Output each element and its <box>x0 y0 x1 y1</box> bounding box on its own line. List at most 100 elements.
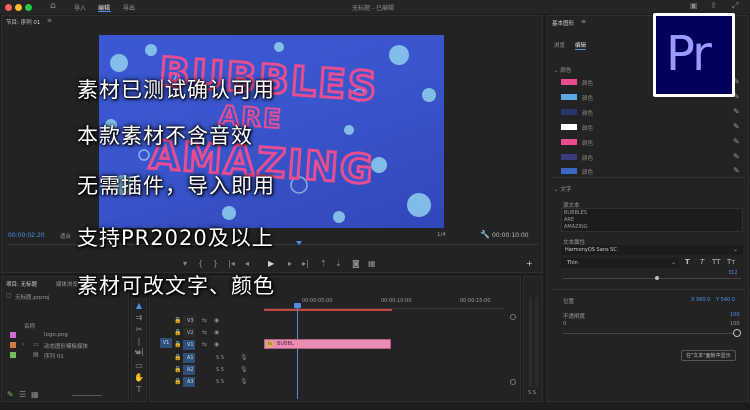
sync-icon-v2[interactable]: ⇆ <box>202 329 207 337</box>
font-size-slider-thumb[interactable] <box>655 276 659 280</box>
ripple-edit-tool-icon[interactable]: ✂ <box>134 325 144 335</box>
share-icon[interactable]: ⇪ <box>710 2 717 10</box>
zoom-slider[interactable] <box>72 395 102 396</box>
zoom-window-button[interactable] <box>25 4 32 11</box>
eg-tab-browse[interactable]: 浏览 <box>554 41 565 49</box>
text-section-header[interactable]: ⌄ 文字 <box>554 185 571 193</box>
quality-dropdown[interactable]: 1/4 <box>437 232 446 238</box>
timeline-clip[interactable]: fx BUBBL <box>264 339 391 349</box>
extract-icon[interactable]: ⇣ <box>335 260 342 268</box>
lock-icon-v2[interactable]: 🔒 <box>174 329 181 337</box>
opacity-value[interactable]: 100 <box>730 312 740 318</box>
lock-icon-a3[interactable]: 🔒 <box>174 378 181 386</box>
color-swatch-5[interactable] <box>561 139 577 145</box>
eg-menu-icon[interactable]: ≡ <box>581 18 586 25</box>
go-to-out-icon[interactable]: ▸| <box>302 260 309 268</box>
lift-icon[interactable]: ⇡ <box>320 260 327 268</box>
lock-icon-a1[interactable]: 🔒 <box>174 354 181 362</box>
pen-tool-icon[interactable]: ✒ <box>134 349 144 359</box>
mute-solo-a2[interactable]: S S <box>216 367 224 373</box>
color-swatch-6[interactable] <box>561 154 577 160</box>
pencil-icon[interactable]: ✎ <box>7 391 14 399</box>
expand-chevron-icon[interactable]: › <box>22 341 24 349</box>
mic-icon-a1[interactable]: 🎙 <box>240 354 248 362</box>
source-text-field[interactable]: BUBBLES ARE AMAZING <box>561 208 743 232</box>
list-view-icon[interactable]: ☰ <box>19 391 26 399</box>
lock-icon-v1[interactable]: 🔒 <box>174 341 181 349</box>
font-size-value[interactable]: 312 <box>728 270 738 276</box>
color-swatch-7[interactable] <box>561 168 577 174</box>
selection-tool-icon[interactable]: ▲ <box>134 301 144 311</box>
style-dropdown[interactable]: Thin ⌄ <box>561 258 679 268</box>
color-section-header[interactable]: ⌄ 颜色 <box>554 66 571 74</box>
lock-icon-a2[interactable]: 🔒 <box>174 366 181 374</box>
lock-icon-v3[interactable]: 🔒 <box>174 317 181 325</box>
step-forward-icon[interactable]: ▸ <box>288 260 292 268</box>
color-swatch-1[interactable] <box>561 79 577 85</box>
color-swatch-4[interactable] <box>561 124 577 130</box>
work-area-bar[interactable] <box>264 309 392 311</box>
play-icon[interactable]: ▶ <box>268 260 274 268</box>
tab-import[interactable]: 导入 <box>74 3 86 12</box>
scroll-handle-bottom[interactable] <box>510 379 516 385</box>
eyedropper-icon-6[interactable]: ✎ <box>733 152 740 161</box>
workspace-icon[interactable]: ▣ <box>690 2 698 10</box>
track-v3[interactable]: V3 🔒 ⇆ ◉ <box>152 315 257 327</box>
opacity-slider-thumb[interactable] <box>733 329 741 337</box>
program-timecode[interactable]: 00:00:02:20 <box>8 232 45 239</box>
sync-icon-v1[interactable]: ⇆ <box>202 341 207 349</box>
icon-view-icon[interactable]: ▦ <box>31 391 39 399</box>
fit-dropdown[interactable]: 适合 <box>60 232 71 240</box>
panel-menu-icon[interactable]: ≡ <box>47 17 52 24</box>
home-icon[interactable]: ⌂ <box>50 2 56 11</box>
eye-icon-v2[interactable]: ◉ <box>214 329 219 337</box>
track-a3[interactable]: A3 🔒 S S 🎙 <box>152 376 257 388</box>
font-dropdown[interactable]: HarmonyOS Sans SC ⌄ <box>561 245 743 255</box>
meter-solo-labels[interactable]: S S <box>528 390 536 396</box>
monitor-playhead-marker[interactable] <box>296 241 302 245</box>
italic-button[interactable]: T <box>700 258 704 266</box>
in-point-icon[interactable]: { <box>198 260 203 268</box>
rectangle-tool-icon[interactable]: ▭ <box>134 361 144 371</box>
project-item-bin[interactable]: 动态图形模板媒体 <box>44 342 88 350</box>
mic-icon-a2[interactable]: 🎙 <box>240 366 248 374</box>
mic-icon-a3[interactable]: 🎙 <box>240 378 248 386</box>
small-caps-button[interactable]: Tт <box>727 258 735 266</box>
tab-export[interactable]: 导出 <box>123 3 135 12</box>
timeline-playhead[interactable] <box>297 304 298 399</box>
eyedropper-icon-3[interactable]: ✎ <box>733 107 740 116</box>
name-column-header[interactable]: 名称 <box>24 322 35 330</box>
eye-icon-v3[interactable]: ◉ <box>214 317 219 325</box>
out-point-icon[interactable]: } <box>213 260 218 268</box>
settings-wrench-icon[interactable]: 🔧 <box>480 231 490 239</box>
position-x[interactable]: X 960.0 <box>691 297 710 303</box>
marker-icon[interactable]: ▾ <box>183 260 187 268</box>
track-select-tool-icon[interactable]: ⇉ <box>134 313 144 323</box>
eyedropper-icon-7[interactable]: ✎ <box>733 166 740 175</box>
color-swatch-2[interactable] <box>561 94 577 100</box>
opacity-slider[interactable] <box>563 333 735 334</box>
add-button-icon[interactable]: + <box>526 260 533 268</box>
slip-tool-icon[interactable]: |↔| <box>134 337 144 356</box>
track-a2[interactable]: A2 🔒 S S 🎙 <box>152 364 257 376</box>
fullscreen-icon[interactable]: ⤢ <box>732 2 738 10</box>
all-caps-button[interactable]: TT <box>712 258 720 266</box>
playhead-handle[interactable] <box>294 303 301 308</box>
step-back-icon[interactable]: ◂ <box>245 260 249 268</box>
mute-solo-a3[interactable]: S S <box>216 379 224 385</box>
project-item-logo[interactable]: logo.png <box>44 332 68 338</box>
position-y[interactable]: Y 540.0 <box>716 297 735 303</box>
scroll-handle-right[interactable] <box>510 314 516 320</box>
bold-button[interactable]: T <box>685 258 690 266</box>
type-tool-icon[interactable]: T <box>134 385 144 395</box>
export-frame-icon[interactable]: ◙ <box>352 260 360 268</box>
mute-solo-a1[interactable]: S S <box>216 355 224 361</box>
sync-icon-v3[interactable]: ⇆ <box>202 317 207 325</box>
minimize-window-button[interactable] <box>15 4 22 11</box>
font-size-slider[interactable] <box>563 278 741 279</box>
color-swatch-3[interactable] <box>561 109 577 115</box>
show-in-text-panel-button[interactable]: 在"文本"面板中显示 <box>681 350 736 361</box>
track-v1[interactable]: V1 🔒 ⇆ ◉ <box>152 339 257 351</box>
track-v2[interactable]: V2 🔒 ⇆ ◉ <box>152 327 257 339</box>
track-a1[interactable]: A1 🔒 S S 🎙 <box>152 352 257 364</box>
